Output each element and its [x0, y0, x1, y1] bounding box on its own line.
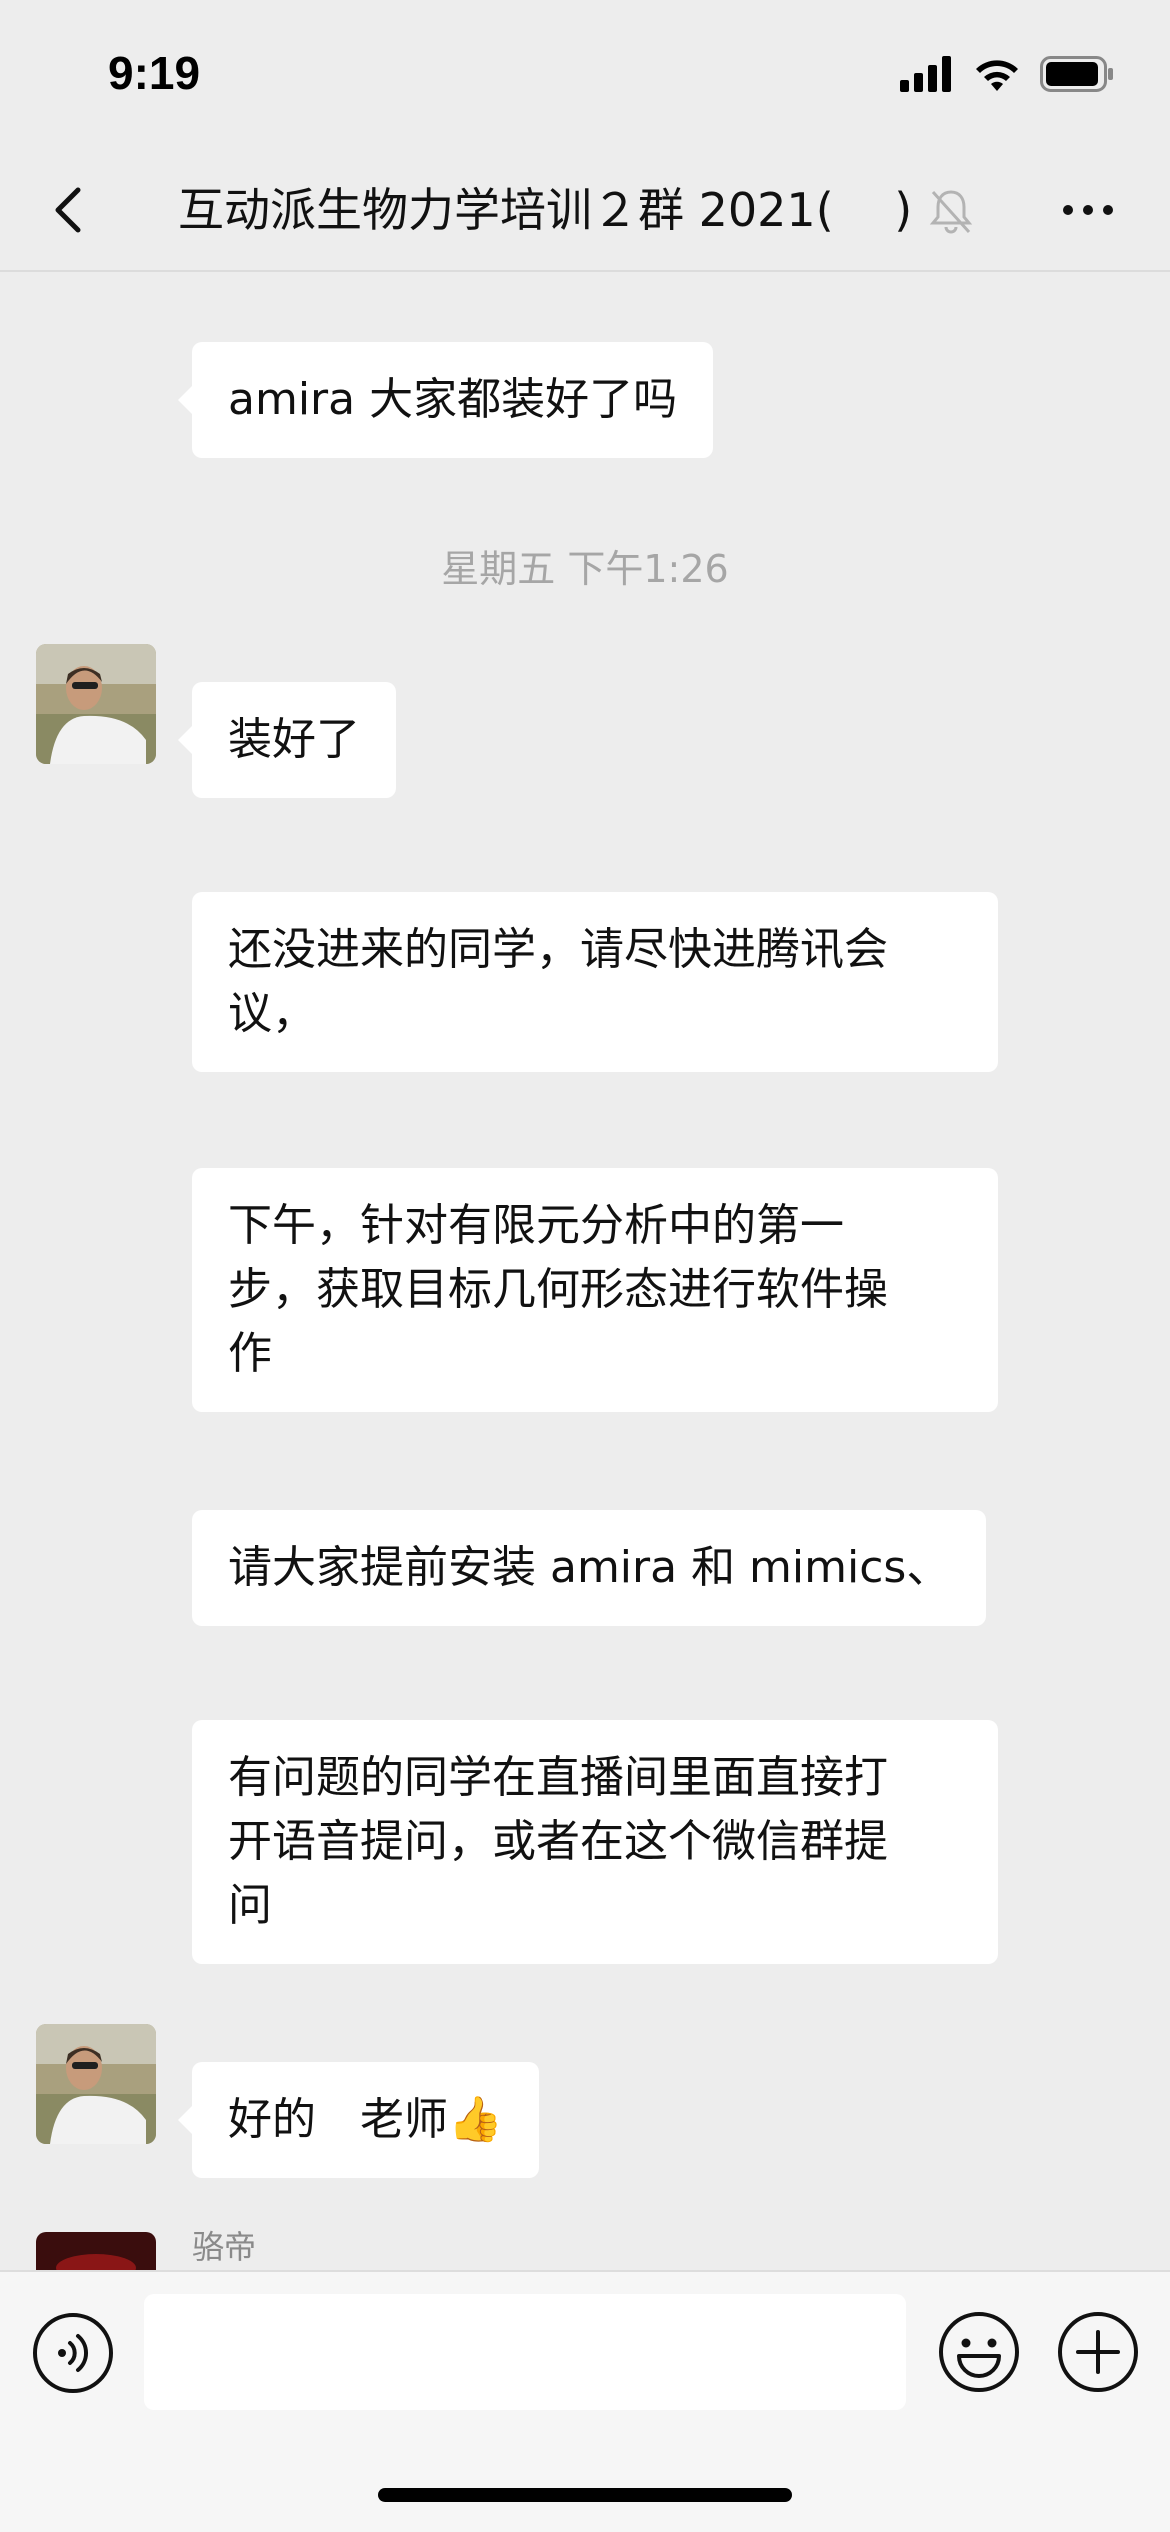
status-bar: 9:19	[0, 0, 1170, 150]
message-line: 开语音提问，或者在这个微信群提	[228, 1816, 888, 1867]
message-bubble[interactable]: amira 大家都装好了吗	[177, 342, 714, 458]
wifi-icon	[976, 60, 1018, 91]
chat-header: 互动派生物力学培训２群 2021( )	[0, 150, 1170, 272]
message-bubble[interactable]: 下午，针对有限元分析中的第一 步，获取目标几何形态进行软件操 作	[192, 1168, 998, 1412]
message-text: 好的 老师	[228, 2094, 448, 2145]
home-indicator	[378, 2488, 792, 2502]
message-line: 议，	[228, 988, 316, 1039]
message-text: 请大家提前安装 amira 和 mimics、	[228, 1542, 951, 1593]
message-bubble[interactable]: 请大家提前安装 amira 和 mimics、	[192, 1510, 987, 1626]
emoji-icon[interactable]	[937, 2310, 1021, 2394]
voice-icon[interactable]	[32, 2312, 114, 2394]
message-line: 有问题的同学在直播间里面直接打	[228, 1752, 888, 1803]
message-timestamp: 星期五 下午1:26	[441, 547, 729, 591]
sender-name: 骆帝	[192, 2228, 257, 2266]
battery-icon	[1040, 56, 1113, 92]
signal-icon	[900, 56, 951, 92]
status-time: 9:19	[108, 47, 201, 99]
message-bubble[interactable]: 还没进来的同学，请尽快进腾讯会 议，	[192, 892, 998, 1072]
message-bubble[interactable]: 装好了	[178, 682, 396, 798]
avatar-photo	[36, 2024, 156, 2144]
avatar[interactable]	[36, 2232, 156, 2272]
avatar[interactable]	[36, 2024, 156, 2144]
message-line: 下午，针对有限元分析中的第一	[228, 1200, 844, 1251]
chevron-left-icon[interactable]	[40, 180, 100, 240]
message-line: 作	[228, 1328, 272, 1379]
avatar[interactable]	[36, 644, 156, 764]
more-dots-icon[interactable]	[1060, 190, 1116, 230]
message-bubble[interactable]: 有问题的同学在直播间里面直接打 开语音提问，或者在这个微信群提 问	[192, 1720, 998, 1964]
message-line: 步，获取目标几何形态进行软件操	[228, 1264, 888, 1315]
message-text: 装好了	[228, 714, 360, 765]
message-text: amira 大家都装好了吗	[228, 374, 678, 425]
plus-icon[interactable]	[1056, 2310, 1140, 2394]
avatar-photo	[36, 644, 156, 764]
message-bubble[interactable]: 好的 老师👍	[178, 2062, 539, 2178]
status-icons	[900, 54, 1114, 94]
message-input[interactable]	[144, 2294, 906, 2410]
page-title: 互动派生物力学培训２群 2021( )	[178, 183, 913, 237]
message-line: 还没进来的同学，请尽快进腾讯会	[228, 924, 888, 975]
bell-slash-icon	[929, 190, 973, 234]
message-line: 问	[228, 1880, 272, 1931]
message-list[interactable]: amira 大家都装好了吗 星期五 下午1:26 装好了 还没进来的同学，请尽快…	[0, 272, 1170, 2272]
avatar-photo	[36, 2232, 156, 2272]
thumbs-up-emoji: 👍	[448, 2094, 503, 2145]
